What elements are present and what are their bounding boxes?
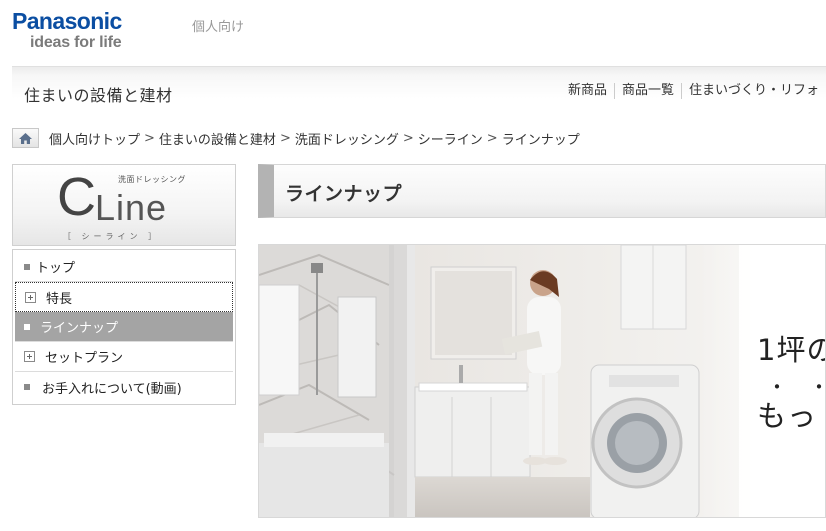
side-menu-item-set-plan[interactable]: セットプラン (15, 342, 233, 372)
expand-plus-icon[interactable] (24, 351, 35, 362)
side-menu-item-top[interactable]: トップ (15, 252, 233, 282)
side-menu-item-care-video[interactable]: お手入れについて(動画) (15, 372, 233, 402)
logo-tagline: ideas for life (30, 34, 122, 51)
nav-product-list[interactable]: 商品一覧 (613, 83, 681, 99)
side-menu: トップ 特長 ラインナップ セットプラン お手入れについて(動画) (12, 249, 236, 405)
breadcrumb-separator-icon: > (402, 130, 414, 146)
breadcrumb-item-cline[interactable]: シーライン (418, 129, 483, 148)
breadcrumb-item-current: ラインナップ (501, 132, 580, 148)
breadcrumb-item-personal-top[interactable]: 個人向けトップ (49, 129, 140, 148)
side-menu-label: 特長 (46, 291, 73, 307)
breadcrumb-separator-icon: > (486, 130, 498, 146)
hero-image: 1坪の ・・ もっ (258, 244, 826, 518)
square-bullet-icon (24, 323, 30, 330)
breadcrumb-item-dressing[interactable]: 洗面ドレッシング (295, 129, 399, 148)
top-nav: 新商品 商品一覧 住まいづくり・リフォ (561, 83, 826, 99)
square-bullet-icon (24, 384, 30, 390)
hero-copy-line2: もっ (757, 399, 818, 433)
cline-logo-line: Line (95, 187, 168, 228)
panasonic-logo[interactable]: Panasonic ideas for life (12, 8, 152, 54)
category-bar: 住まいの設備と建材 新商品 商品一覧 住まいづくり・リフォ (12, 66, 826, 120)
cline-logo-kana: ［ シーライン ］ (63, 232, 161, 241)
square-bullet-icon (24, 263, 30, 270)
nav-new-products[interactable]: 新商品 (561, 83, 614, 99)
breadcrumb-item-housing[interactable]: 住まいの設備と建材 (159, 129, 276, 148)
page-heading-box: ラインナップ (258, 164, 826, 218)
home-icon[interactable] (12, 128, 39, 148)
cline-logo-subtitle: 洗面ドレッシング (118, 175, 186, 184)
nav-house-reform[interactable]: 住まいづくり・リフォ (680, 83, 826, 99)
side-menu-label: トップ (36, 261, 76, 276)
side-menu-item-lineup[interactable]: ラインナップ (15, 312, 233, 342)
logo-brand: Panasonic (12, 8, 122, 34)
audience-label: 個人向け (192, 20, 245, 35)
expand-plus-icon[interactable] (25, 291, 36, 303)
side-menu-label: お手入れについて(動画) (42, 381, 182, 397)
page-title: ラインナップ (285, 183, 403, 205)
cline-logo-c: C (57, 167, 96, 227)
breadcrumb: 個人向けトップ > 住まいの設備と建材 > 洗面ドレッシング > シーライン >… (12, 127, 580, 149)
hero-photo-illustration (259, 245, 825, 517)
side-menu-label: ラインナップ (40, 321, 119, 336)
category-title[interactable]: 住まいの設備と建材 (24, 82, 173, 106)
cline-logo[interactable]: 洗面ドレッシング C Line ［ シーライン ］ (12, 164, 236, 246)
breadcrumb-separator-icon: > (144, 130, 155, 146)
hero-copy-line1: 1坪の (757, 333, 825, 367)
side-menu-label: セットプラン (45, 351, 124, 366)
side-menu-item-features[interactable]: 特長 (15, 282, 233, 312)
breadcrumb-separator-icon: > (279, 130, 291, 146)
